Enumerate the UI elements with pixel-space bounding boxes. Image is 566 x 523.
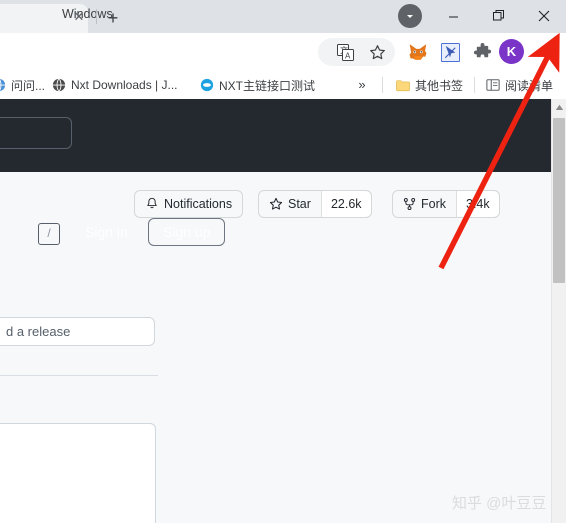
fork-count[interactable]: 3.4k bbox=[456, 191, 499, 217]
bookmark-item[interactable]: Nxt Downloads | J... bbox=[48, 74, 182, 96]
bookmark-separator bbox=[382, 77, 383, 93]
sign-up-button[interactable]: Sign up bbox=[148, 218, 226, 246]
bookmark-label: Nxt Downloads | J... bbox=[71, 78, 178, 92]
extensions-puzzle-icon[interactable] bbox=[468, 38, 496, 66]
fork-icon bbox=[403, 197, 416, 211]
star-label: Star bbox=[288, 197, 311, 211]
bell-icon bbox=[147, 197, 157, 209]
fork-button[interactable]: Fork 3.4k bbox=[392, 190, 500, 218]
three-dot-menu-icon[interactable] bbox=[534, 38, 562, 66]
star-icon bbox=[269, 197, 283, 210]
star-button[interactable]: Star 22.6k bbox=[258, 190, 372, 218]
metamask-extension-icon[interactable] bbox=[404, 38, 432, 66]
svg-text:A: A bbox=[345, 51, 351, 60]
bookmark-item[interactable]: 问问... bbox=[0, 74, 49, 96]
minimize-button[interactable] bbox=[431, 0, 476, 32]
search-shortcut-badge: / bbox=[38, 223, 60, 245]
other-bookmarks-label: 其他书签 bbox=[415, 78, 464, 93]
tab-close-icon[interactable]: ✕ bbox=[71, 9, 87, 25]
bookmark-label: NXT主链接口测试 bbox=[219, 78, 316, 93]
zhihu-watermark: 知乎 @叶豆豆 bbox=[452, 495, 547, 512]
sign-in-link[interactable]: Sign in bbox=[85, 224, 128, 240]
content-card bbox=[0, 423, 156, 523]
profile-chip-icon[interactable] bbox=[398, 4, 422, 28]
fork-label: Fork bbox=[421, 197, 446, 211]
browser-toolbar: 文 A bbox=[0, 33, 566, 70]
reading-list-icon bbox=[486, 79, 500, 91]
close-window-button[interactable] bbox=[521, 0, 566, 32]
bookmark-separator bbox=[474, 77, 475, 93]
reading-list-button[interactable]: 阅读清单 bbox=[482, 74, 557, 96]
scroll-up-arrow-icon[interactable] bbox=[552, 99, 566, 115]
tab-separator bbox=[96, 9, 97, 24]
maximize-button[interactable] bbox=[476, 0, 521, 32]
folder-icon bbox=[396, 79, 410, 91]
globe-dark-icon bbox=[52, 78, 66, 92]
bookmarks-overflow-button[interactable]: » bbox=[352, 75, 372, 95]
github-search-box[interactable] bbox=[0, 117, 72, 149]
notifications-label: Notifications bbox=[164, 197, 233, 211]
translate-icon[interactable]: 文 A bbox=[331, 38, 359, 66]
reading-list-label: 阅读清单 bbox=[505, 78, 554, 93]
bookmark-item[interactable]: NXT主链接口测试 bbox=[196, 74, 319, 96]
profile-avatar[interactable]: K bbox=[499, 39, 524, 64]
page-scrollbar[interactable] bbox=[551, 99, 566, 523]
scrollbar-thumb[interactable] bbox=[553, 118, 565, 283]
globe-icon bbox=[0, 78, 6, 92]
browser-window: Windows ✕ + 文 bbox=[0, 0, 566, 523]
bookmark-label: 问问... bbox=[11, 78, 46, 93]
content-divider bbox=[0, 375, 158, 376]
blue-dot-icon bbox=[200, 78, 214, 92]
tab-strip: Windows ✕ + bbox=[0, 0, 566, 33]
cursor-extension-icon[interactable] bbox=[436, 38, 464, 66]
notifications-button[interactable]: Notifications bbox=[134, 190, 244, 218]
window-controls bbox=[431, 0, 566, 33]
release-search-placeholder: d a release bbox=[6, 324, 71, 339]
other-bookmarks-folder[interactable]: 其他书签 bbox=[392, 74, 467, 96]
new-tab-button[interactable]: + bbox=[100, 5, 126, 31]
release-search-input[interactable]: d a release bbox=[0, 317, 155, 346]
bookmarks-bar: 问问... Nxt Downloads | J... NXT主链接口测试 » 其… bbox=[0, 70, 566, 100]
bookmark-star-icon[interactable] bbox=[363, 38, 391, 66]
page-viewport: / Sign in Sign up Notifications Star 22.… bbox=[0, 99, 566, 523]
star-count[interactable]: 22.6k bbox=[320, 191, 371, 217]
github-header bbox=[0, 99, 551, 172]
